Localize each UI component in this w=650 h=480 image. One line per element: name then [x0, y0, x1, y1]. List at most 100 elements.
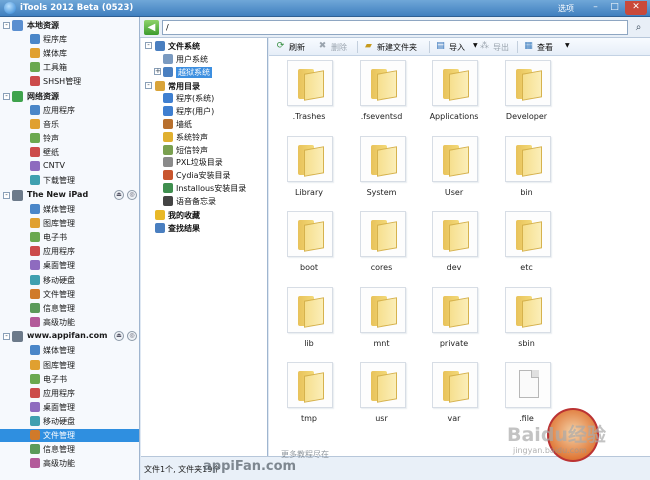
chevron-down-icon: ▼ [565, 42, 570, 49]
file-item[interactable]: etc [491, 211, 563, 283]
sidebar-item[interactable]: 媒体库 [0, 47, 139, 60]
file-thumbnail [359, 211, 406, 257]
tree-item[interactable]: Installous安装目录 [158, 182, 265, 194]
collapse-toggle[interactable]: - [3, 333, 10, 341]
file-item[interactable]: private [418, 286, 490, 359]
file-item[interactable]: cores [346, 211, 418, 283]
sidebar-item[interactable]: 电子书 [0, 231, 139, 244]
file-item[interactable]: bin [491, 135, 563, 208]
tree-toggle[interactable]: - [145, 42, 152, 49]
tree-item[interactable]: + 越狱系统 [154, 66, 265, 78]
path-input[interactable] [162, 20, 628, 35]
sidebar-item-icon [30, 204, 40, 214]
sidebar-item[interactable]: 程序库 [0, 33, 139, 46]
collapse-toggle[interactable]: - [3, 92, 10, 100]
sidebar-section[interactable]: - The New iPad ⏏ ◎ [0, 189, 139, 202]
tree-item[interactable]: 系统铃声 [158, 131, 265, 143]
file-item[interactable]: Applications [418, 60, 490, 132]
tree-item[interactable]: PXL垃圾目录 [158, 156, 265, 168]
file-item[interactable]: sbin [491, 286, 563, 359]
sidebar-item[interactable]: 信息管理 [0, 443, 139, 456]
sidebar-item[interactable]: 媒体管理 [0, 344, 139, 357]
tree-item[interactable]: 查找结果 [145, 222, 265, 234]
file-thumbnail [359, 286, 406, 333]
sidebar-item[interactable]: 工具箱 [0, 61, 139, 74]
sidebar-item[interactable]: 文件管理 [0, 429, 139, 442]
tree-item[interactable]: 墙纸 [158, 118, 265, 130]
sidebar-item[interactable]: CNTV [0, 160, 139, 173]
tree-item-label: PXL垃圾目录 [176, 158, 223, 168]
file-item[interactable]: dev [418, 211, 490, 283]
sidebar-item[interactable]: 应用程序 [0, 387, 139, 400]
sidebar-item[interactable]: 电子书 [0, 373, 139, 386]
sidebar-item[interactable]: 图库管理 [0, 359, 139, 372]
tree-item[interactable]: 程序(系统) [158, 92, 265, 104]
sidebar-item-icon [30, 415, 40, 426]
sidebar-section[interactable]: - 本地资源 [0, 19, 139, 32]
tree-toggle[interactable]: + [154, 67, 161, 75]
export-button[interactable]: ⁂ 导出 [479, 41, 515, 53]
sidebar-item[interactable]: 高级功能 [0, 457, 139, 470]
file-item[interactable]: var [418, 362, 490, 434]
sidebar-item[interactable]: 下载管理 [0, 174, 139, 187]
sidebar-item[interactable]: 移动硬盘 [0, 274, 139, 287]
sidebar-item[interactable]: 应用程序 [0, 104, 139, 117]
file-item[interactable]: System [346, 135, 418, 208]
file-thumbnail [504, 211, 551, 257]
sidebar-item[interactable]: 信息管理 [0, 302, 139, 315]
maximize-button[interactable]: □ [606, 1, 623, 15]
tree-item[interactable]: - 常用目录 [145, 80, 265, 92]
file-item[interactable]: lib [273, 286, 345, 359]
collapse-toggle[interactable]: - [3, 22, 10, 29]
options-menu[interactable]: 选项 [558, 3, 574, 14]
file-item[interactable]: .fseventsd [346, 60, 418, 132]
view-button[interactable]: ▦ 查看 ▼ [523, 41, 570, 53]
sidebar-item[interactable]: 图库管理 [0, 217, 139, 230]
sidebar-item[interactable]: 音乐 [0, 118, 139, 131]
tree-toggle[interactable]: - [145, 81, 152, 89]
file-item[interactable]: tmp [273, 362, 345, 434]
tree-item[interactable]: 用户系统 [158, 53, 265, 65]
collapse-toggle[interactable]: - [3, 192, 10, 199]
back-arrow-icon[interactable]: ◀ [144, 20, 159, 35]
new-folder-button[interactable]: ▰ 新建文件夹 [363, 41, 425, 53]
file-item[interactable]: boot [273, 211, 345, 283]
sidebar-item[interactable]: 媒体管理 [0, 203, 139, 216]
sidebar-section[interactable]: - www.appifan.com ⏏ ◎ [0, 330, 139, 343]
file-item[interactable]: Developer [491, 60, 563, 132]
file-item[interactable]: mnt [346, 286, 418, 359]
import-button[interactable]: ▤ 导入 ▼ [435, 41, 477, 53]
eject-icon[interactable]: ⏏ [114, 331, 124, 342]
sidebar-item-label: 移动硬盘 [43, 416, 75, 426]
sidebar-item-label: 文件管理 [43, 431, 75, 440]
file-item[interactable]: .Trashes [273, 60, 345, 132]
delete-button[interactable]: ✖ 删除 [317, 41, 353, 53]
tree-item-icon [155, 80, 165, 91]
sidebar-item[interactable]: 铃声 [0, 132, 139, 145]
file-item[interactable]: User [418, 135, 490, 208]
minimize-button[interactable]: – [587, 1, 604, 15]
sidebar-item[interactable]: 应用程序 [0, 245, 139, 258]
tree-item[interactable]: 程序(用户) [158, 105, 265, 117]
sidebar-item[interactable]: 桌面管理 [0, 259, 139, 272]
sidebar-item[interactable]: 桌面管理 [0, 401, 139, 414]
sidebar-item[interactable]: 壁纸 [0, 146, 139, 159]
file-item[interactable]: Library [273, 135, 345, 208]
device-settings-icon[interactable]: ◎ [127, 190, 137, 200]
sidebar-item[interactable]: 文件管理 [0, 288, 139, 301]
sidebar-item[interactable]: 移动硬盘 [0, 415, 139, 428]
tree-item[interactable]: - 文件系统 [145, 40, 265, 52]
tree-item[interactable]: 我的收藏 [145, 209, 265, 221]
file-item[interactable]: usr [346, 362, 418, 434]
eject-icon[interactable]: ⏏ [114, 190, 124, 200]
tree-item[interactable]: 短信铃声 [158, 144, 265, 156]
refresh-button[interactable]: ⟳ 刷新 [275, 41, 315, 53]
tree-item[interactable]: 语音备忘录 [158, 195, 265, 207]
tree-item[interactable]: Cydia安装目录 [158, 169, 265, 181]
search-icon[interactable]: ⌕ [631, 20, 646, 35]
device-settings-icon[interactable]: ◎ [127, 331, 137, 342]
sidebar-section[interactable]: - 网络资源 [0, 90, 139, 103]
sidebar-item[interactable]: 高级功能 [0, 316, 139, 329]
close-button[interactable]: ✕ [625, 1, 647, 15]
sidebar-item[interactable]: SHSH管理 [0, 75, 139, 88]
